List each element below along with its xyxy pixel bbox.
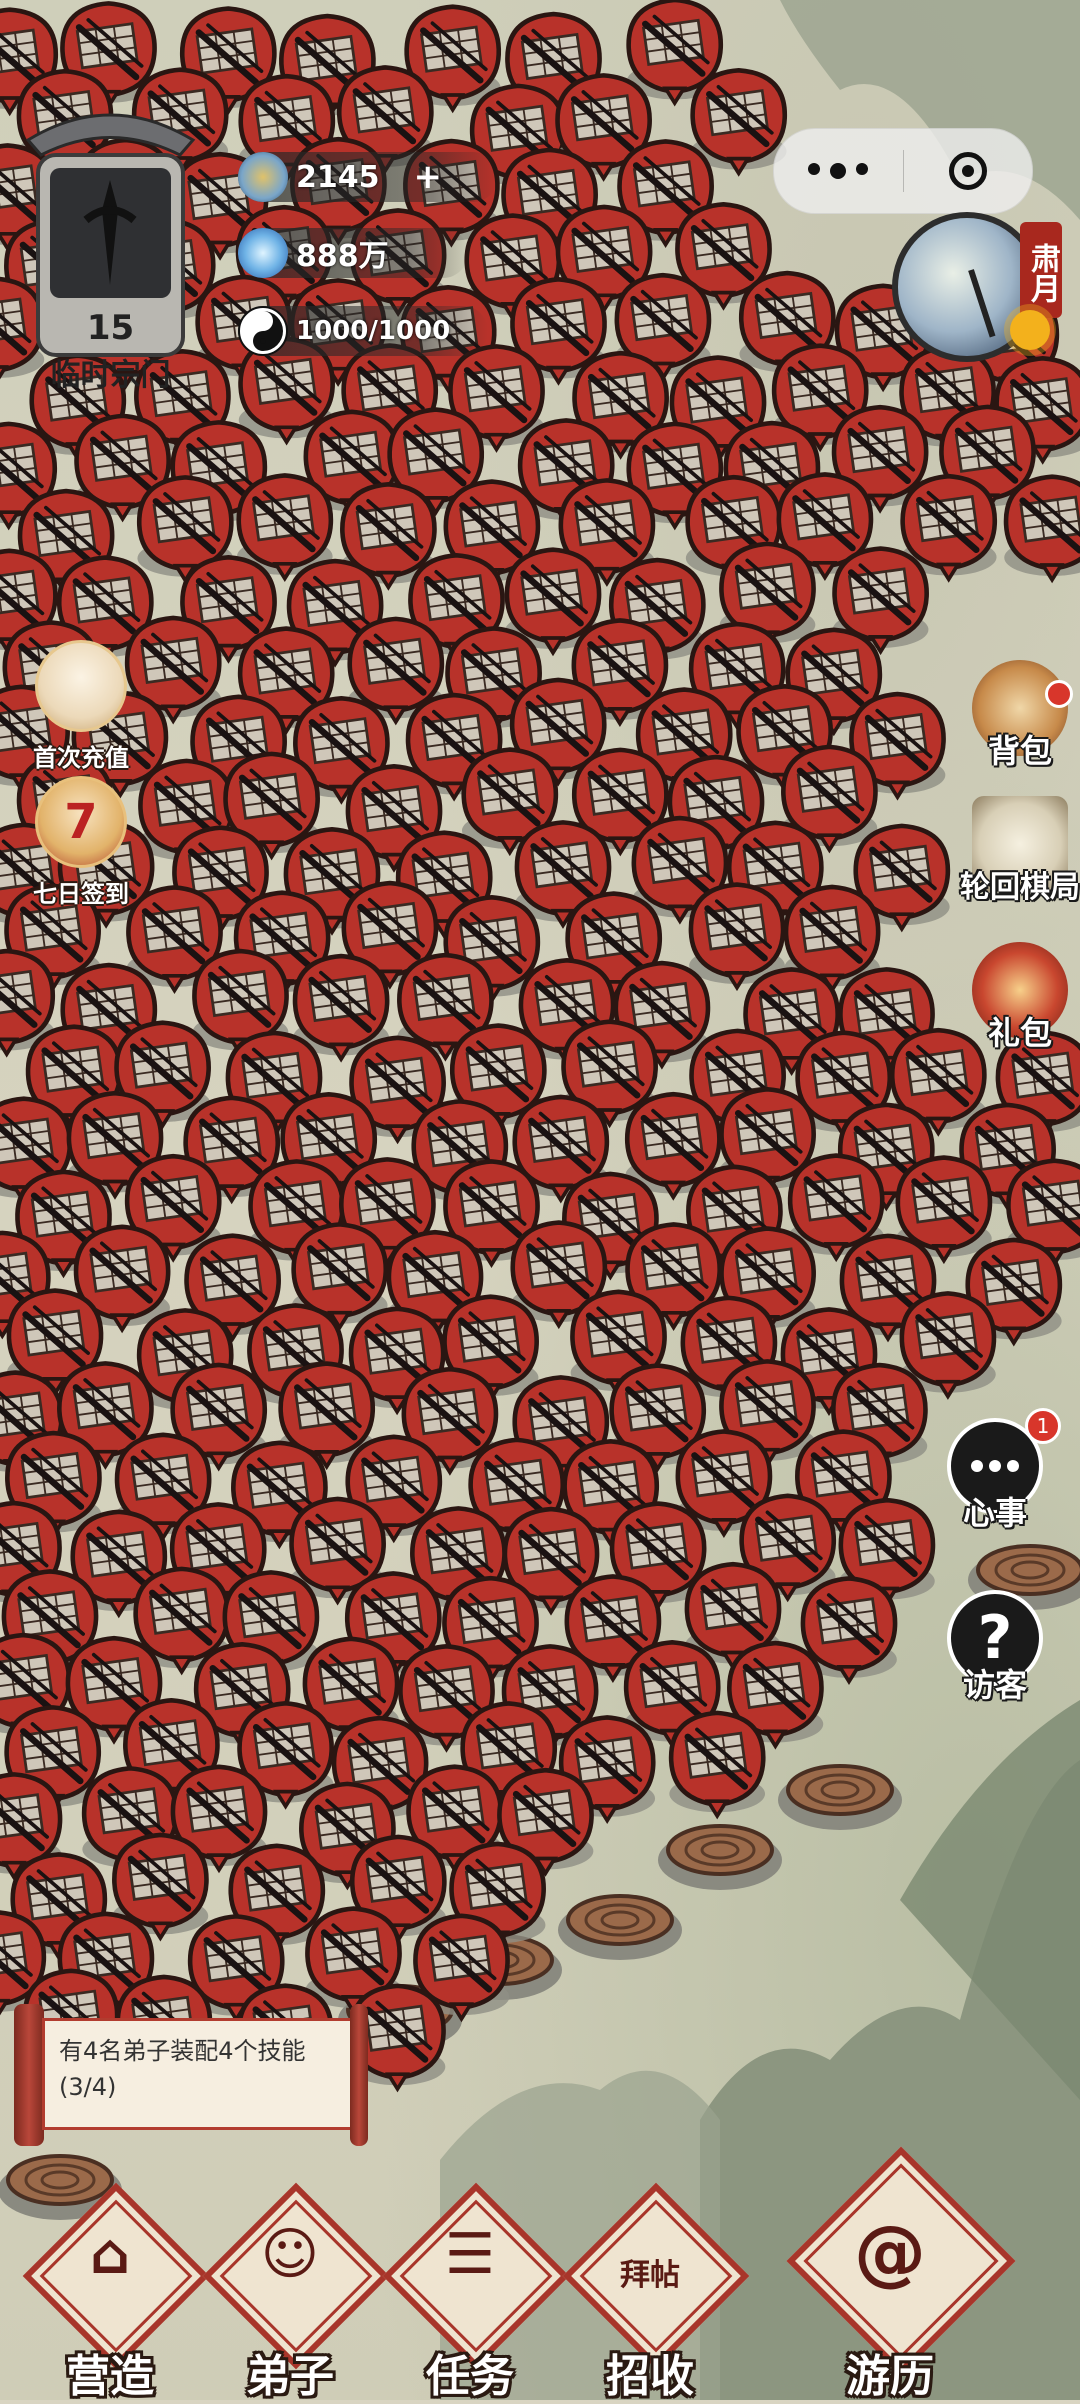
chess-label: 轮回棋局 [960,870,1080,905]
quest-tracker[interactable]: 有4名弟子装配4个技能(3/4) [14,2004,369,2146]
worries-badge: 1 [1025,1408,1061,1444]
nav-tasks[interactable]: ☰ 任务 [380,2182,570,2402]
disciple-icon: ☺ [260,2222,320,2287]
bag-notification-dot [1045,680,1073,708]
add-spirit-button[interactable]: + [414,157,443,197]
scroll-roller-right [350,2004,368,2146]
seven-day-signin-button[interactable]: 7 七日签到 [26,776,136,909]
scroll-icon: ☰ [444,2222,496,2287]
nav-build-label: 营造 [66,2351,154,2402]
season-label: 肃月 [1020,222,1062,318]
first-recharge-label: 首次充值 [33,744,129,772]
exit-miniprogram-button[interactable] [904,152,1033,190]
stamina-counter: 1000/1000 [238,306,488,356]
bottom-nav: ⌂ 营造 ☺ 弟子 ☰ 任务 拜帖 招收 @ 游历 [0,2146,1080,2402]
nav-disciples-label: 弟子 [246,2351,334,2402]
sect-name: 临时宗门 [50,358,171,393]
signin-icon: 7 [35,776,127,868]
nav-travel-label: 游历 [846,2351,934,2402]
crystal-icon [238,228,288,278]
locked-slot-marker[interactable] [669,1713,765,1816]
nav-recruit[interactable]: 拜帖 招收 [560,2182,750,2402]
miniprogram-capsule [773,128,1033,214]
spiral-icon: @ [854,2210,926,2294]
spirit-stone-icon [238,152,288,202]
nav-travel[interactable]: @ 游历 [786,2146,1016,2402]
visitor-button[interactable]: ? 访客 [930,1590,1060,1706]
yinyang-icon [238,306,288,356]
quest-text: 有4名弟子装配4个技能(3/4) [42,2018,358,2130]
locked-slot-marker[interactable] [1004,477,1080,580]
stamina-value: 1000/1000 [296,316,451,346]
spirit-stone-counter: 2145 + [238,152,498,202]
more-menu-button[interactable] [774,163,903,179]
first-recharge-button[interactable]: 首次充值 [26,640,136,773]
visitor-label: 访客 [962,1666,1027,1704]
nav-tasks-label: 任务 [426,2351,514,2402]
sect-level: 15 [86,308,135,348]
bag-label: 背包 [987,732,1052,770]
crystal-value: 888万 [296,239,389,274]
signin-label: 七日签到 [33,880,129,908]
sun-icon [1010,310,1050,350]
first-recharge-icon [35,640,127,732]
gift-label: 礼包 [987,1014,1052,1052]
reincarnation-chess-button[interactable]: 轮回棋局 [955,796,1080,906]
pavilion-icon: ⌂ [89,2222,131,2287]
spirit-stone-value: 2145 [296,159,380,195]
scroll-roller-left [14,2004,44,2146]
nav-disciples[interactable]: ☺ 弟子 [200,2182,390,2402]
invitation-card-icon: 拜帖 [620,2258,680,2293]
sect-badge[interactable]: 15 临时宗门 [8,100,213,400]
worries-button[interactable]: 心事 1 [930,1408,1061,1534]
nav-recruit-label: 招收 [606,2351,694,2402]
crystal-counter: 888万 [238,228,468,278]
nav-build[interactable]: ⌂ 营造 [20,2182,210,2402]
bag-button[interactable]: 背包 [955,660,1080,772]
target-icon [948,152,987,190]
worries-label: 心事 [962,1494,1027,1532]
gift-pack-button[interactable]: 礼包 [955,942,1080,1054]
